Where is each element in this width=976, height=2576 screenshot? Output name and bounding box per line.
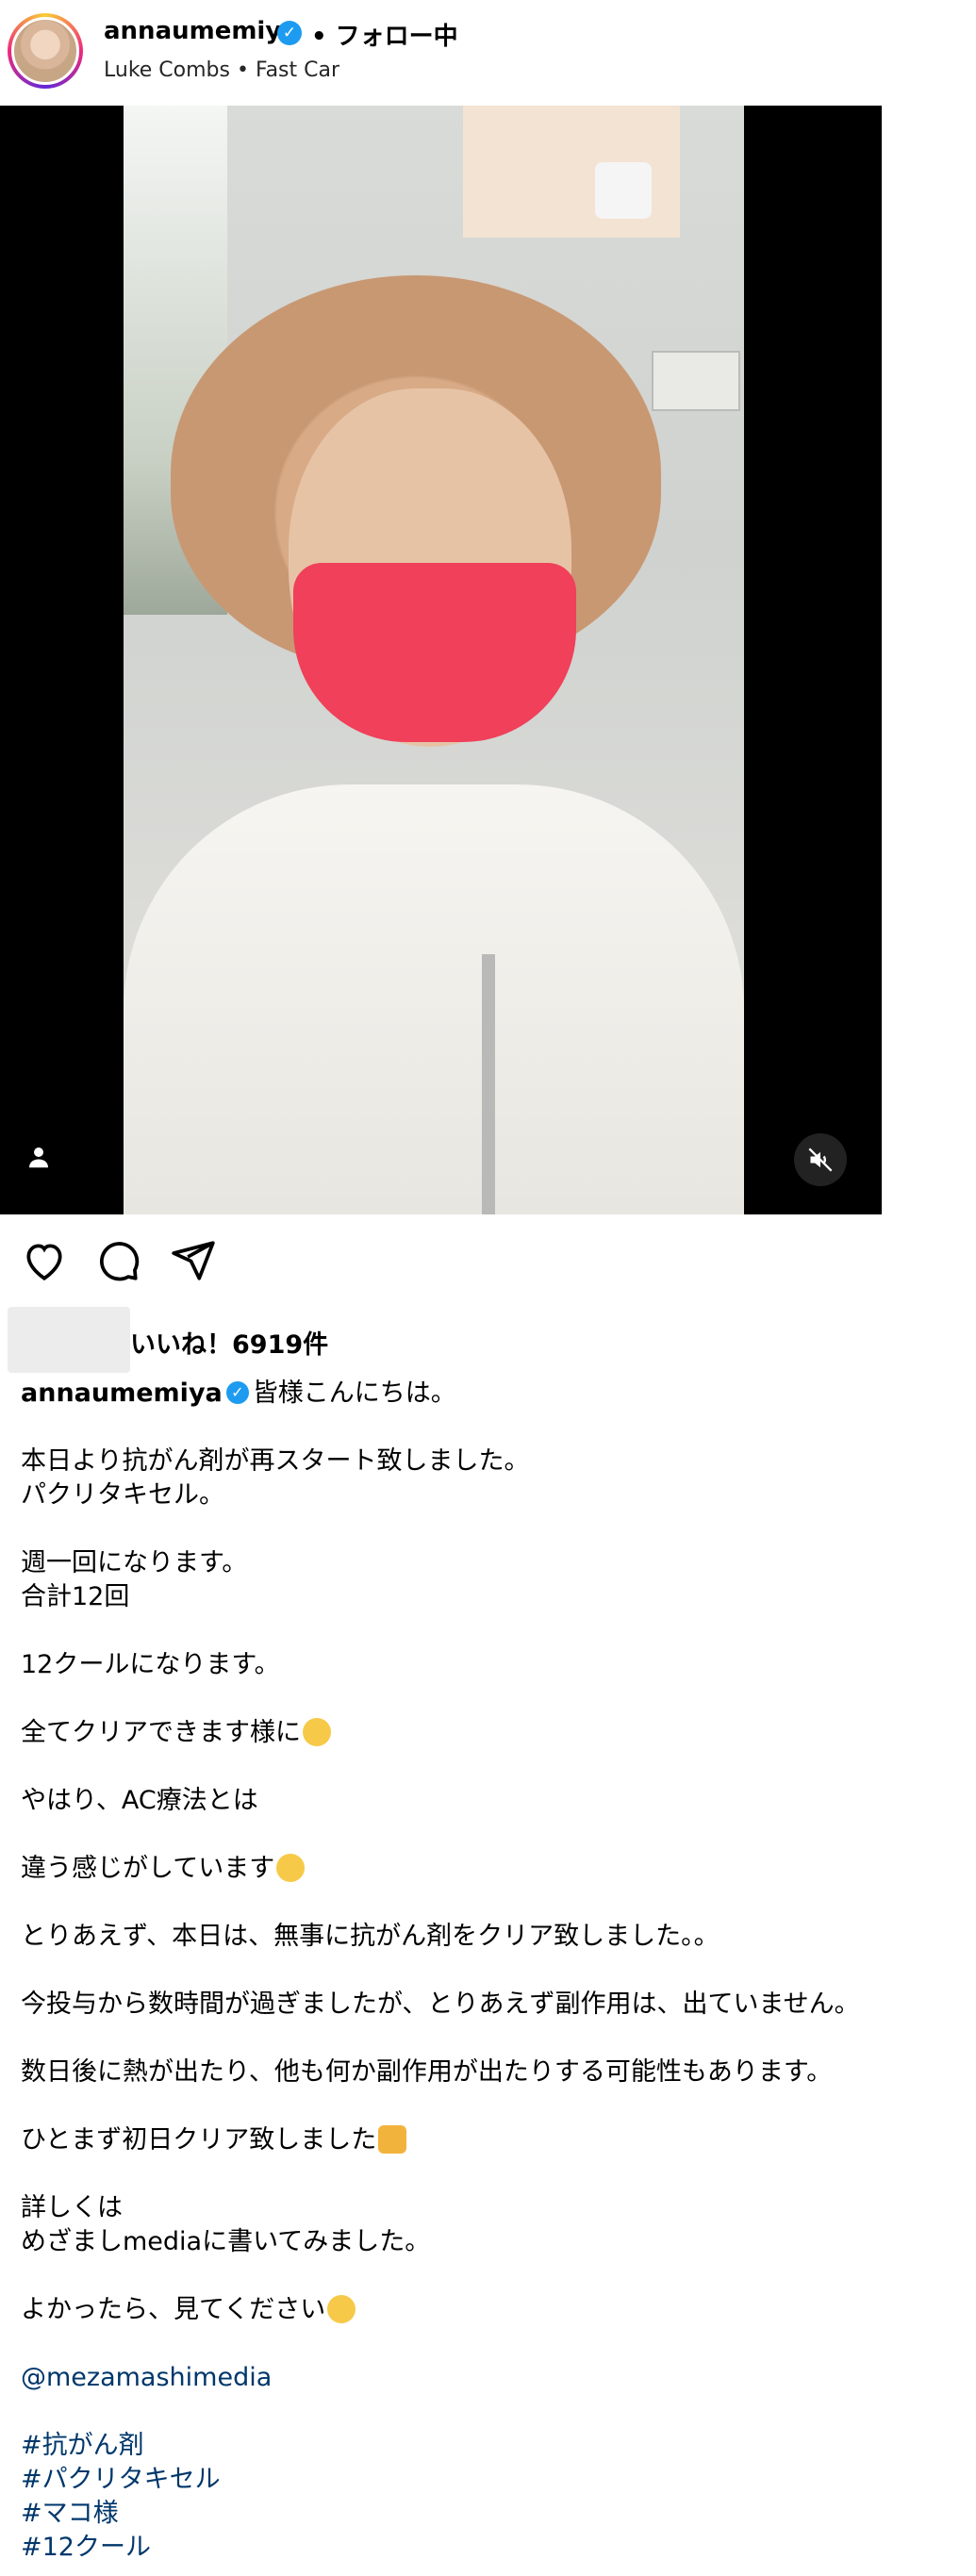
- avatar-image: [11, 17, 79, 85]
- post-video[interactable]: [0, 106, 882, 1214]
- person-icon[interactable]: [25, 1143, 53, 1171]
- caption-line: とりあえず、本日は、無事に抗がん剤をクリア致しました。。: [21, 1922, 720, 1951]
- verified-badge-icon: ✓: [277, 21, 302, 45]
- wall-panel: [652, 351, 740, 411]
- mute-icon: [808, 1148, 833, 1172]
- caption-line: 週一回になります。: [21, 1548, 248, 1577]
- video-frame: [124, 106, 744, 1214]
- caption-username[interactable]: annaumemiya: [21, 1379, 223, 1408]
- caption-line: 合計12回: [21, 1582, 130, 1611]
- smiling-face-icon: [327, 2295, 356, 2323]
- face-mask: [293, 563, 576, 742]
- caption-line: ひとまず初日クリア致しました: [21, 2123, 964, 2157]
- caption-line: 全てクリアできます様に: [21, 1716, 964, 1750]
- caption-text: よかったら、見てください: [21, 2295, 326, 2324]
- share-icon[interactable]: [170, 1237, 217, 1284]
- thumbs-up-icon: [378, 2125, 407, 2154]
- follow-status[interactable]: • フォロー中: [311, 17, 458, 52]
- avatar[interactable]: [8, 13, 83, 89]
- caption-line: 数日後に熱が出たり、他も何か副作用が出たりする可能性もあります。: [21, 2057, 833, 2087]
- action-bar: [0, 1222, 976, 1297]
- hashtag-link[interactable]: #12クール: [21, 2531, 964, 2565]
- wall-lamp: [595, 162, 652, 219]
- caption-text: ひとまず初日クリア致しました: [21, 2125, 377, 2155]
- caption-line: よかったら、見てください: [21, 2293, 964, 2327]
- caption-text: 違う感じがしています: [21, 1854, 275, 1883]
- likes-count[interactable]: いいね！6919件: [130, 1324, 328, 1361]
- caption-line: めざましmediaに書いてみました。: [21, 2227, 431, 2256]
- caption-line: 違う感じがしています: [21, 1852, 964, 1886]
- thinking-face-icon: [276, 1854, 306, 1882]
- caption-text: 全てクリアできます様に: [21, 1718, 301, 1747]
- liker-avatars-blurred: [8, 1307, 130, 1373]
- hashtag-link[interactable]: #パクリタキセル: [21, 2463, 964, 2497]
- caption-line: 詳しくは: [21, 2193, 123, 2222]
- zipper: [482, 954, 495, 1214]
- music-label[interactable]: Luke Combs • Fast Car: [104, 58, 339, 82]
- caption-line: パクリタキセル。: [21, 1480, 224, 1510]
- caption-first-line: annaumemiya ✓ 皆様こんにちは。: [21, 1377, 964, 1411]
- mute-button[interactable]: [794, 1133, 847, 1186]
- hashtag-link[interactable]: #マコ様: [21, 2497, 964, 2531]
- caption-line: やはり、AC療法とは: [21, 1786, 258, 1815]
- hoodie: [124, 784, 744, 1214]
- caption: annaumemiya ✓ 皆様こんにちは。 本日より抗がん剤が再スタート致しました…: [21, 1377, 964, 2565]
- smiling-face-icon: [303, 1718, 331, 1746]
- caption-text: 皆様こんにちは。: [252, 1379, 456, 1408]
- verified-badge-icon: ✓: [225, 1380, 249, 1404]
- mention-link[interactable]: @mezamashimedia: [21, 2361, 964, 2395]
- hashtag-link[interactable]: #抗がん剤: [21, 2429, 964, 2463]
- heart-icon[interactable]: [21, 1237, 68, 1284]
- caption-line: 本日より抗がん剤が再スタート致しました。: [21, 1446, 530, 1476]
- post-header: annaumemiya ✓ • フォロー中 Luke Combs • Fast …: [0, 0, 976, 104]
- caption-line: 今投与から数時間が過ぎましたが、とりあえず副作用は、出ていません。: [21, 1990, 860, 2019]
- comment-icon[interactable]: [94, 1237, 141, 1284]
- caption-line: 12クールになります。: [21, 1650, 280, 1679]
- username-link[interactable]: annaumemiya: [104, 17, 298, 45]
